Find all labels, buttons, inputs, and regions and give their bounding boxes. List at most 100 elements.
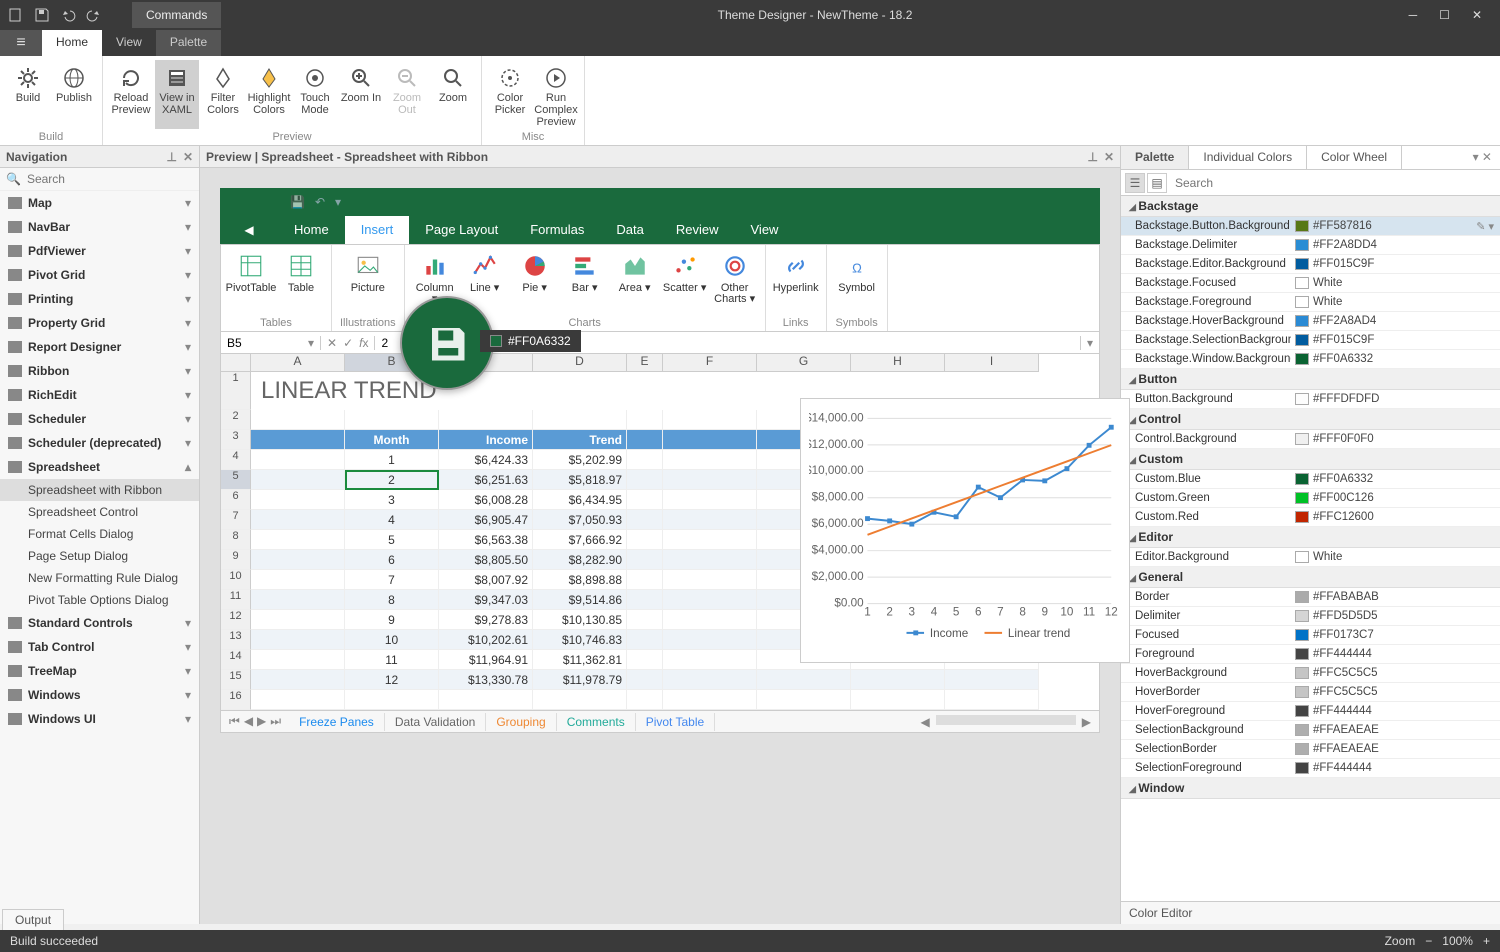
- view-in-xaml-button[interactable]: View in XAML: [155, 60, 199, 129]
- cell[interactable]: Trend: [533, 430, 627, 450]
- last-sheet-icon[interactable]: ⏭: [270, 714, 281, 729]
- column-header[interactable]: D: [533, 354, 627, 372]
- cell[interactable]: [251, 510, 345, 530]
- cell[interactable]: [251, 550, 345, 570]
- palette-category[interactable]: Backstage: [1121, 196, 1500, 217]
- zoom-in-button[interactable]: Zoom In: [339, 60, 383, 129]
- cell[interactable]: Month: [345, 430, 439, 450]
- grid-view-icon[interactable]: ▤: [1147, 173, 1167, 193]
- cell[interactable]: [851, 670, 945, 690]
- publish-button[interactable]: Publish: [52, 60, 96, 129]
- nav-subitem[interactable]: Pivot Table Options Dialog: [0, 589, 199, 611]
- cell[interactable]: $10,746.83: [533, 630, 627, 650]
- enter-formula-icon[interactable]: ✓: [343, 336, 353, 350]
- cell[interactable]: [627, 630, 663, 650]
- cell[interactable]: $10,202.61: [439, 630, 533, 650]
- app-tab-page-layout[interactable]: Page Layout: [409, 216, 514, 244]
- cell[interactable]: [627, 410, 663, 430]
- app-tab-formulas[interactable]: Formulas: [514, 216, 600, 244]
- sheet-tab[interactable]: Pivot Table: [636, 713, 715, 731]
- cell[interactable]: [627, 550, 663, 570]
- cell[interactable]: [533, 690, 627, 710]
- palette-row[interactable]: Backstage.HoverBackground#FF2A8AD4: [1121, 312, 1500, 331]
- cell[interactable]: [251, 470, 345, 490]
- cell[interactable]: [251, 410, 345, 430]
- row-header[interactable]: 1: [221, 372, 251, 410]
- palette-row[interactable]: SelectionForeground#FF444444: [1121, 759, 1500, 778]
- column-header[interactable]: F: [663, 354, 757, 372]
- row-header[interactable]: 14: [221, 650, 251, 670]
- cell[interactable]: $11,978.79: [533, 670, 627, 690]
- nav-item-printing[interactable]: Printing▾: [0, 287, 199, 311]
- cell[interactable]: $10,130.85: [533, 610, 627, 630]
- nav-item-scheduler[interactable]: Scheduler▾: [0, 407, 199, 431]
- cell[interactable]: [663, 450, 757, 470]
- tab-dropdown-icon[interactable]: ▾ ✕: [1465, 146, 1500, 169]
- nav-subitem[interactable]: Spreadsheet with Ribbon: [0, 479, 199, 501]
- palette-category[interactable]: Custom: [1121, 449, 1500, 470]
- zoom-fit-button[interactable]: Zoom: [431, 60, 475, 129]
- app-tab-data[interactable]: Data: [600, 216, 659, 244]
- nav-search[interactable]: 🔍: [0, 168, 199, 191]
- cell[interactable]: [251, 570, 345, 590]
- palette-row[interactable]: HoverBorder#FFC5C5C5: [1121, 683, 1500, 702]
- cell[interactable]: [851, 690, 945, 710]
- palette-row[interactable]: Backstage.Delimiter#FF2A8DD4: [1121, 236, 1500, 255]
- app-tab-review[interactable]: Review: [660, 216, 735, 244]
- tab-home[interactable]: Home: [42, 30, 102, 56]
- palette-row[interactable]: Button.Background#FFFDFDFD: [1121, 390, 1500, 409]
- cell[interactable]: $7,050.93: [533, 510, 627, 530]
- row-header[interactable]: 10: [221, 570, 251, 590]
- cell[interactable]: 1: [345, 450, 439, 470]
- row-header[interactable]: 2: [221, 410, 251, 430]
- pin-icon[interactable]: ⊥: [166, 150, 176, 164]
- sheet-tab[interactable]: Freeze Panes: [289, 713, 385, 731]
- highlight-colors-button[interactable]: Highlight Colors: [247, 60, 291, 129]
- other-charts-button[interactable]: OtherCharts ▾: [713, 249, 757, 305]
- row-header[interactable]: 13: [221, 630, 251, 650]
- cell[interactable]: [251, 650, 345, 670]
- cell[interactable]: $11,362.81: [533, 650, 627, 670]
- cell[interactable]: [345, 690, 439, 710]
- cell[interactable]: $6,434.95: [533, 490, 627, 510]
- row-header[interactable]: 3: [221, 430, 251, 450]
- palette-row[interactable]: Delimiter#FFD5D5D5: [1121, 607, 1500, 626]
- row-header[interactable]: 9: [221, 550, 251, 570]
- palette-category[interactable]: General: [1121, 567, 1500, 588]
- palette-row[interactable]: Backstage.FocusedWhite: [1121, 274, 1500, 293]
- cell[interactable]: Income: [439, 430, 533, 450]
- color-editor-header[interactable]: Color Editor: [1121, 901, 1500, 924]
- area-button[interactable]: Area ▾: [613, 249, 657, 294]
- nav-item-ribbon[interactable]: Ribbon▾: [0, 359, 199, 383]
- cell[interactable]: $9,514.86: [533, 590, 627, 610]
- cell[interactable]: $9,278.83: [439, 610, 533, 630]
- name-box[interactable]: B5▾: [221, 336, 321, 350]
- cancel-formula-icon[interactable]: ✕: [327, 336, 337, 350]
- palette-row[interactable]: Backstage.Window.Background#FF0A6332: [1121, 350, 1500, 369]
- row-header[interactable]: 7: [221, 510, 251, 530]
- nav-item-map[interactable]: Map▾: [0, 191, 199, 215]
- row-header[interactable]: 16: [221, 690, 251, 710]
- row-header[interactable]: 8: [221, 530, 251, 550]
- line-button[interactable]: Line ▾: [463, 249, 507, 294]
- palette-row[interactable]: HoverForeground#FF444444: [1121, 702, 1500, 721]
- tab-palette[interactable]: Palette: [1121, 146, 1189, 169]
- undo-icon[interactable]: [60, 7, 76, 23]
- minimize-icon[interactable]: ─: [1409, 8, 1418, 22]
- cell[interactable]: [627, 510, 663, 530]
- prev-sheet-icon[interactable]: ◀: [244, 714, 253, 729]
- cell[interactable]: $8,898.88: [533, 570, 627, 590]
- bar-button[interactable]: Bar ▾: [563, 249, 607, 294]
- nav-subitem[interactable]: Format Cells Dialog: [0, 523, 199, 545]
- build-button[interactable]: Build: [6, 60, 50, 129]
- palette-category[interactable]: Editor: [1121, 527, 1500, 548]
- list-view-icon[interactable]: ☰: [1125, 173, 1145, 193]
- cell[interactable]: 8: [345, 590, 439, 610]
- cell[interactable]: $5,818.97: [533, 470, 627, 490]
- cell[interactable]: $6,424.33: [439, 450, 533, 470]
- nav-subitem[interactable]: Spreadsheet Control: [0, 501, 199, 523]
- palette-row[interactable]: Border#FFABABAB: [1121, 588, 1500, 607]
- cell[interactable]: [627, 590, 663, 610]
- cell[interactable]: [251, 450, 345, 470]
- cell[interactable]: [627, 430, 663, 450]
